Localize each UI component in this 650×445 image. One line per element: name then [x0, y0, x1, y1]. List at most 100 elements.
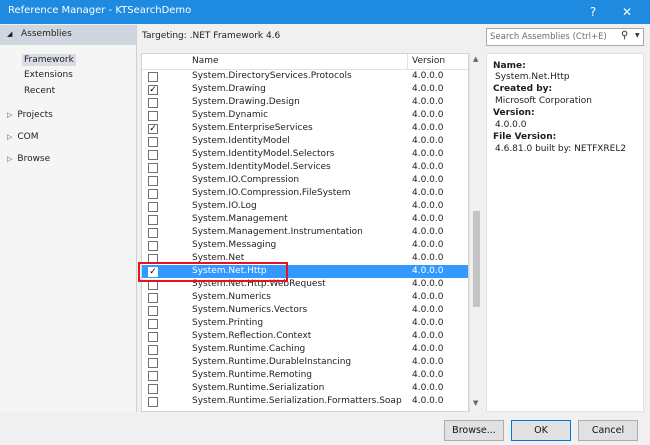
list-rows: System.DirectoryServices.Protocols 4.0.0.… [142, 70, 468, 408]
reference-checkbox[interactable] [148, 344, 158, 355]
chevron-down-icon[interactable]: ▼ [635, 32, 640, 39]
assembly-version: 4.0.0.0 [412, 240, 444, 251]
assembly-version: 4.0.0.0 [412, 279, 444, 290]
nav-com[interactable]: ▷ COM [7, 132, 39, 142]
reference-checkbox[interactable] [148, 292, 158, 303]
table-row[interactable]: System.IdentityModel 4.0.0.0 [142, 135, 468, 148]
assembly-name: System.Management [192, 214, 288, 225]
assembly-version: 4.0.0.0 [412, 344, 444, 355]
scroll-down-icon[interactable]: ▼ [473, 399, 478, 407]
reference-checkbox[interactable] [148, 136, 158, 147]
table-row[interactable]: System.Runtime.DurableInstancing 4.0.0.0 [142, 356, 468, 369]
detail-fileversion-label: File Version: [493, 132, 557, 142]
close-button[interactable]: ✕ [616, 2, 638, 22]
table-row[interactable]: System.Messaging 4.0.0.0 [142, 239, 468, 252]
targeting-label: Targeting: .NET Framework 4.6 [142, 31, 281, 41]
table-row[interactable]: System.Management 4.0.0.0 [142, 213, 468, 226]
scroll-up-icon[interactable]: ▲ [473, 55, 478, 63]
assembly-version: 4.0.0.0 [412, 71, 444, 81]
reference-checkbox[interactable] [148, 175, 158, 186]
assembly-version: 4.0.0.0 [412, 305, 444, 316]
table-row[interactable]: System.Runtime.Caching 4.0.0.0 [142, 343, 468, 356]
reference-checkbox[interactable] [148, 201, 158, 212]
table-row[interactable]: System.Management.Instrumentation 4.0.0.0 [142, 226, 468, 239]
reference-checkbox[interactable] [148, 214, 158, 225]
reference-checkbox[interactable] [148, 318, 158, 329]
reference-checkbox[interactable] [148, 149, 158, 160]
nav-projects[interactable]: ▷ Projects [7, 110, 53, 120]
table-row[interactable]: System.Runtime.Serialization.Formatters.… [142, 395, 468, 408]
column-header-name[interactable]: Name [192, 56, 219, 66]
nav-browse[interactable]: ▷ Browse [7, 154, 50, 164]
list-scrollbar[interactable]: ▲ ▼ [469, 53, 483, 412]
reference-checkbox[interactable] [148, 240, 158, 251]
table-row[interactable]: System.Reflection.Context 4.0.0.0 [142, 330, 468, 343]
reference-checkbox[interactable] [148, 71, 158, 82]
help-button[interactable]: ? [582, 2, 604, 22]
table-row[interactable]: System.Printing 4.0.0.0 [142, 317, 468, 330]
nav-assemblies[interactable]: ◢ Assemblies [0, 25, 136, 45]
reference-checkbox[interactable] [148, 331, 158, 342]
assembly-name: System.Management.Instrumentation [192, 227, 363, 238]
assembly-version: 4.0.0.0 [412, 97, 444, 108]
assembly-name: System.IO.Compression.FileSystem [192, 188, 351, 199]
assembly-version: 4.0.0.0 [412, 227, 444, 238]
reference-checkbox[interactable] [148, 110, 158, 121]
table-row[interactable]: System.IdentityModel.Services 4.0.0.0 [142, 161, 468, 174]
nav-item-extensions[interactable]: Extensions [24, 70, 73, 80]
reference-checkbox[interactable]: ✓ [148, 84, 158, 95]
reference-checkbox[interactable] [148, 357, 158, 368]
assembly-name: System.Runtime.Serialization [192, 383, 325, 394]
nav-projects-label: Projects [17, 110, 53, 120]
reference-checkbox[interactable] [148, 305, 158, 316]
detail-name-label: Name: [493, 61, 526, 71]
assembly-version: 4.0.0.0 [412, 292, 444, 303]
assembly-version: 4.0.0.0 [412, 188, 444, 199]
table-row[interactable]: System.DirectoryServices.Protocols 4.0.0.… [142, 70, 468, 83]
nav-item-framework[interactable]: Framework [22, 54, 76, 66]
table-row[interactable]: System.Runtime.Serialization 4.0.0.0 [142, 382, 468, 395]
assembly-version: 4.0.0.0 [412, 84, 444, 95]
column-divider[interactable] [407, 54, 408, 69]
expand-right-icon: ▷ [7, 111, 13, 119]
assembly-version: 4.0.0.0 [412, 331, 444, 342]
reference-checkbox[interactable] [148, 227, 158, 238]
reference-checkbox[interactable] [148, 370, 158, 381]
assembly-version: 4.0.0.0 [412, 383, 444, 394]
table-row[interactable]: System.Numerics.Vectors 4.0.0.0 [142, 304, 468, 317]
scroll-thumb[interactable] [473, 211, 480, 307]
reference-checkbox[interactable] [148, 396, 158, 407]
assembly-name: System.DirectoryServices.Protocols [192, 71, 352, 81]
title-bar: Reference Manager - KTSearchDemo ? ✕ [0, 0, 650, 24]
column-header-version[interactable]: Version [412, 56, 445, 66]
table-row[interactable]: System.IO.Compression 4.0.0.0 [142, 174, 468, 187]
table-row[interactable]: System.IO.Compression.FileSystem 4.0.0.0 [142, 187, 468, 200]
table-row[interactable]: System.IdentityModel.Selectors 4.0.0.0 [142, 148, 468, 161]
nav-pane: ◢ Assemblies Framework Extensions Recent… [0, 25, 137, 412]
table-row[interactable]: System.Runtime.Remoting 4.0.0.0 [142, 369, 468, 382]
table-row[interactable]: System.IO.Log 4.0.0.0 [142, 200, 468, 213]
table-row[interactable]: System.Numerics 4.0.0.0 [142, 291, 468, 304]
detail-fileversion-value: 4.6.81.0 built by: NETFXREL2 [495, 144, 627, 154]
search-box[interactable]: ⚲ ▼ [486, 28, 644, 46]
browse-button[interactable]: Browse... [444, 420, 504, 441]
reference-checkbox[interactable]: ✓ [148, 123, 158, 134]
cancel-button[interactable]: Cancel [578, 420, 638, 441]
reference-checkbox[interactable] [148, 97, 158, 108]
assembly-name: System.Drawing.Design [192, 97, 300, 108]
assembly-list[interactable]: Name Version System.DirectoryServices.Pr… [141, 53, 469, 412]
search-icon[interactable]: ⚲ [621, 30, 628, 41]
reference-checkbox[interactable] [148, 162, 158, 173]
nav-item-recent[interactable]: Recent [24, 86, 55, 96]
table-row[interactable]: ✓ System.EnterpriseServices 4.0.0.0 [142, 122, 468, 135]
footer-bar: Browse... OK Cancel [0, 412, 650, 445]
ok-button[interactable]: OK [511, 420, 571, 441]
table-row[interactable]: ✓ System.Drawing 4.0.0.0 [142, 83, 468, 96]
reference-checkbox[interactable] [148, 188, 158, 199]
search-input[interactable] [490, 30, 618, 44]
assembly-version: 4.0.0.0 [412, 357, 444, 368]
table-row[interactable]: System.Drawing.Design 4.0.0.0 [142, 96, 468, 109]
reference-checkbox[interactable] [148, 383, 158, 394]
assembly-version: 4.0.0.0 [412, 136, 444, 147]
table-row[interactable]: System.Dynamic 4.0.0.0 [142, 109, 468, 122]
